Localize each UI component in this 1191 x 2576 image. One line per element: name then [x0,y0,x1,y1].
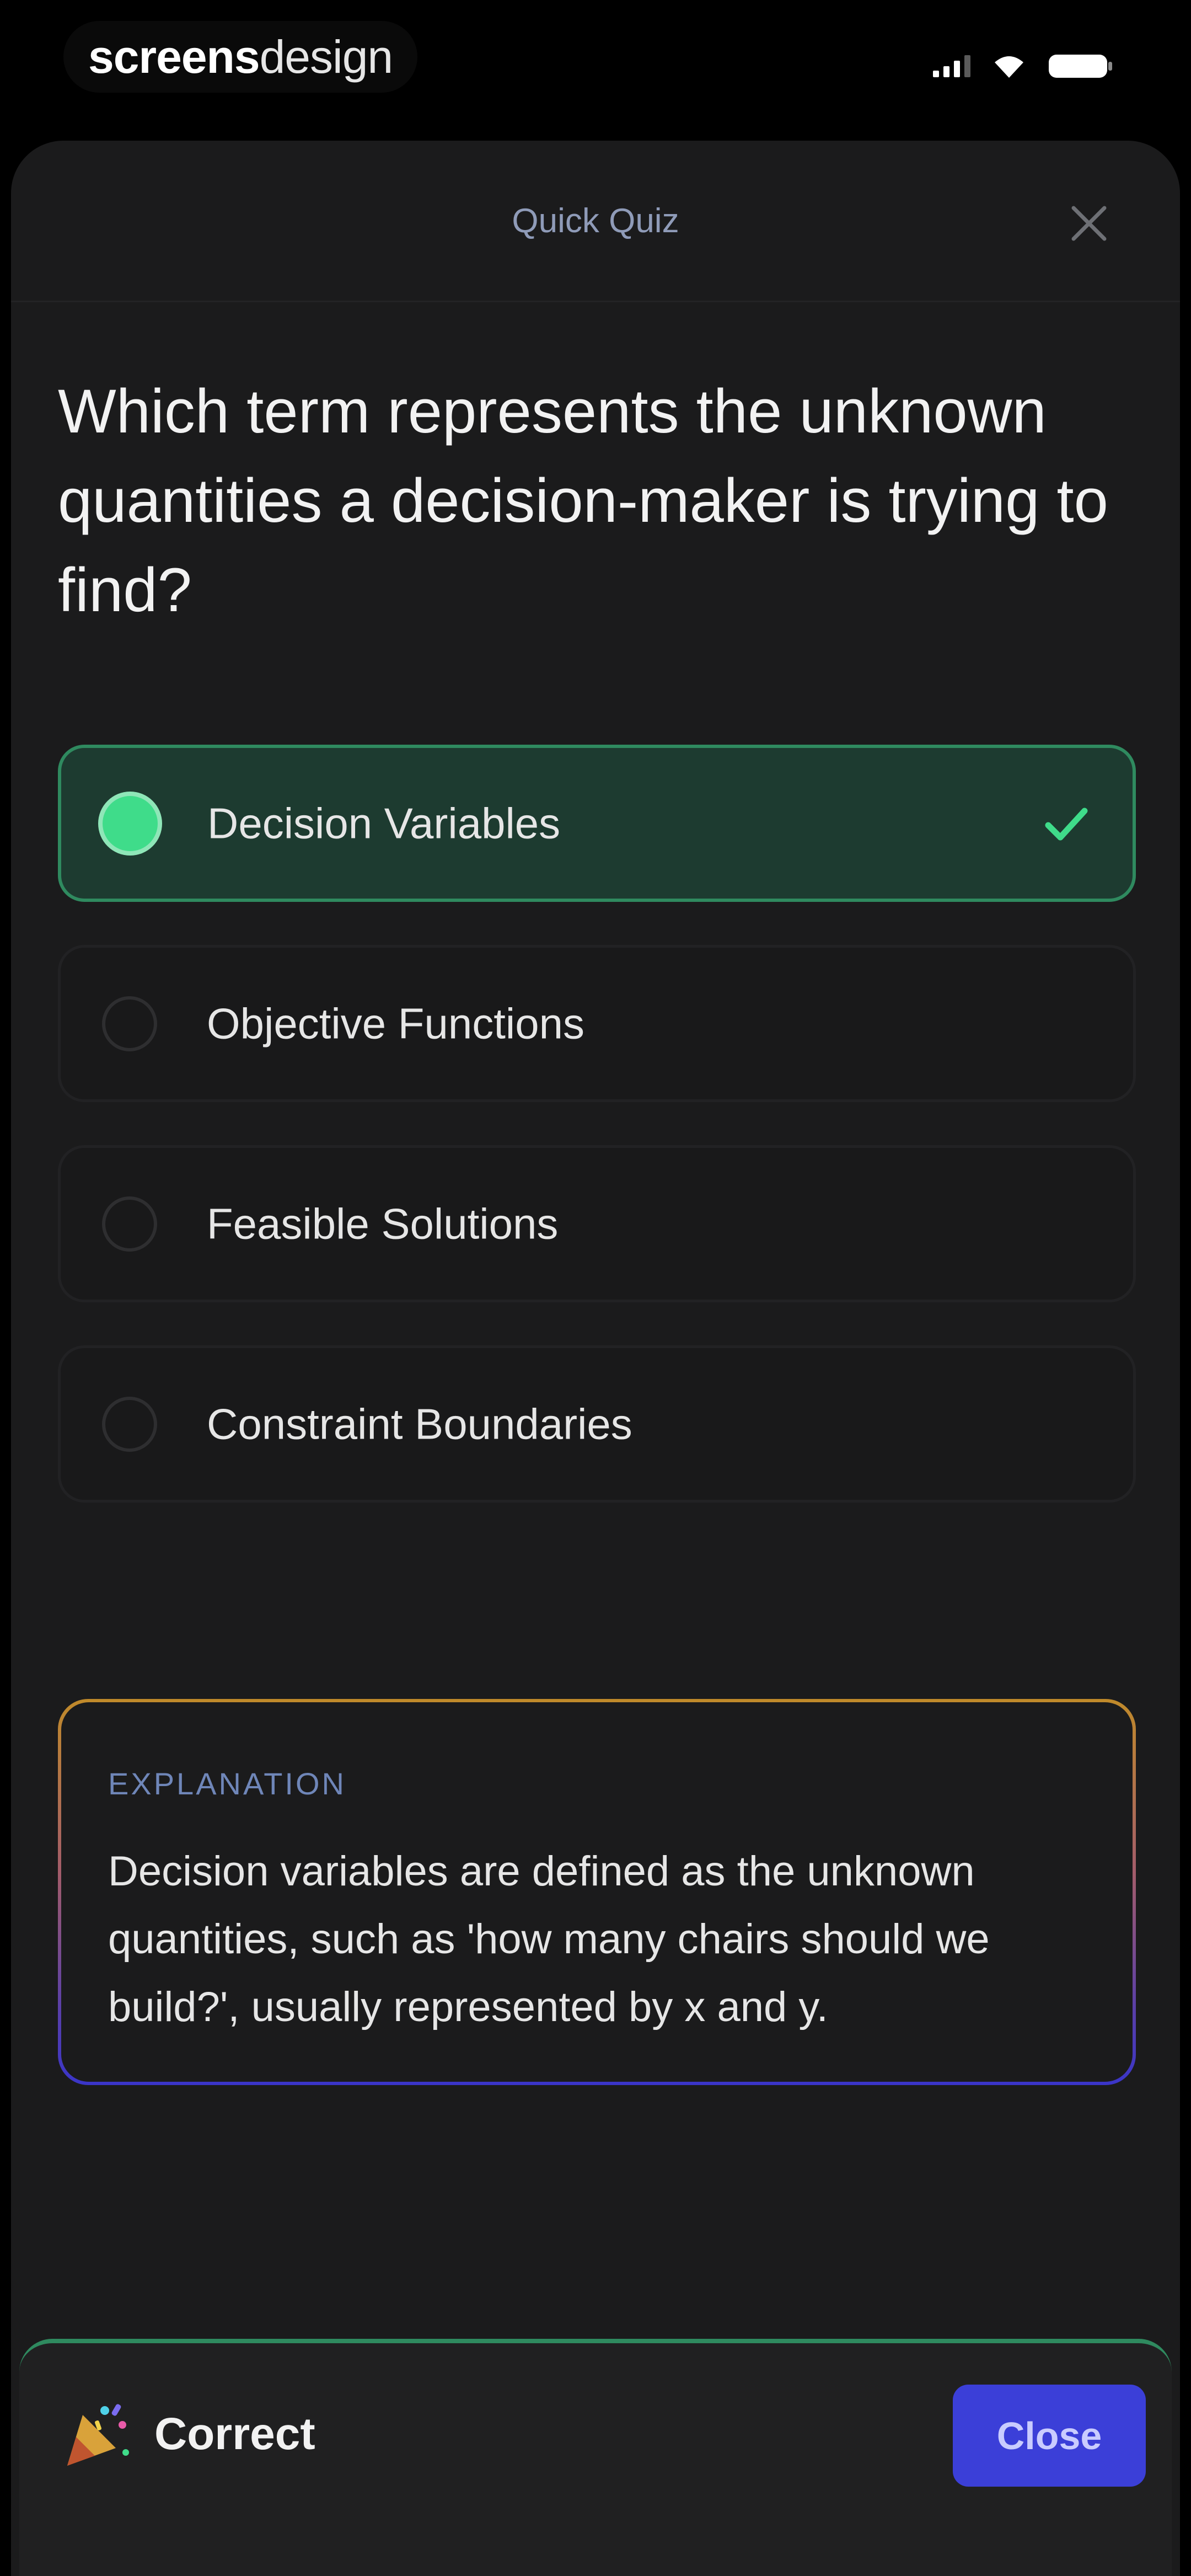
explanation-card-body: EXPLANATION Decision variables are defin… [61,1702,1133,2082]
radio-unselected-icon [102,1396,157,1452]
explanation-heading: EXPLANATION [108,1766,346,1801]
quiz-screen: screens design Quick Quiz Which term rep… [0,0,1191,2576]
checkmark-icon [1042,799,1091,848]
close-icon[interactable] [1067,201,1111,245]
explanation-card: EXPLANATION Decision variables are defin… [58,1699,1136,2085]
option-label: Decision Variables [207,799,561,847]
answer-option-feasible-solutions[interactable]: Feasible Solutions [58,1145,1136,1302]
quiz-sheet: Quick Quiz Which term represents the unk… [11,141,1180,2576]
answer-option-constraint-boundaries[interactable]: Constraint Boundaries [58,1345,1136,1503]
wifi-icon [993,54,1026,79]
party-popper-icon [61,2398,132,2470]
status-bar: screens design [0,0,1191,138]
close-button[interactable]: Close [953,2385,1146,2487]
option-label: Feasible Solutions [207,1199,559,1248]
brand-name-light: design [259,30,394,83]
radio-selected-icon [103,795,158,851]
brand-logo: screens design [63,21,418,93]
battery-icon [1048,52,1114,80]
explanation-text: Decision variables are defined as the un… [108,1848,990,2030]
option-label: Constraint Boundaries [207,1399,632,1448]
brand-name-strong: screens [88,30,260,83]
answer-option-objective-functions[interactable]: Objective Functions [58,945,1136,1102]
cellular-signal-icon [933,55,970,77]
result-label: Correct [154,2409,315,2459]
radio-unselected-icon [102,996,157,1051]
result-bar: Correct Close [19,2339,1172,2576]
question-text: Which term represents the unknown quanti… [58,377,1108,624]
radio-unselected-icon [102,1196,157,1252]
answer-options: Decision Variables Objective Functions F… [58,745,1136,1546]
status-icons [933,52,1114,80]
sheet-header: Quick Quiz [11,141,1180,302]
sheet-title: Quick Quiz [512,202,679,240]
answer-option-decision-variables[interactable]: Decision Variables [58,745,1136,902]
option-label: Objective Functions [207,999,584,1047]
